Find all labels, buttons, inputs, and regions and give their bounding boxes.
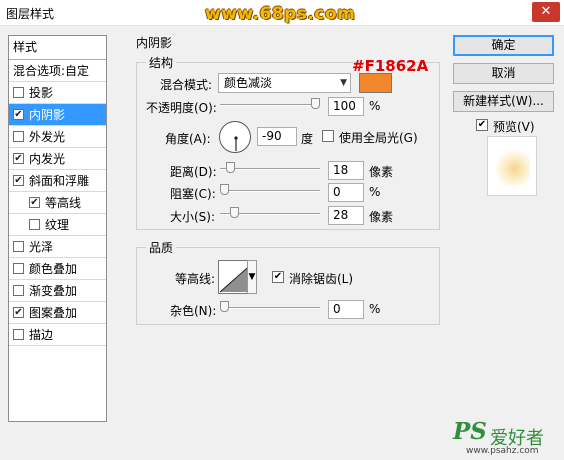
style-list-item[interactable]: 光泽 <box>9 236 106 258</box>
angle-input[interactable]: -90 <box>257 127 297 146</box>
style-item-checkbox[interactable]: ✔ <box>13 109 24 120</box>
choke-label: 阻塞(C): <box>170 187 216 201</box>
style-list-header[interactable]: 样式 <box>9 36 106 60</box>
quality-legend: 品质 <box>146 239 177 256</box>
opacity-label: 不透明度(O): <box>146 101 217 115</box>
style-item-label: 等高线 <box>45 196 82 210</box>
blend-mode-label: 混合模式: <box>160 78 213 92</box>
angle-unit: 度 <box>301 132 314 146</box>
structure-legend: 结构 <box>146 54 177 71</box>
noise-input[interactable]: 0 <box>328 300 364 319</box>
angle-dial[interactable] <box>219 121 251 153</box>
ok-button[interactable]: 确定 <box>453 35 554 56</box>
style-item-checkbox[interactable]: ✔ <box>13 307 24 318</box>
watermark-site: www.68ps.com <box>205 4 356 24</box>
size-input[interactable]: 28 <box>328 206 364 225</box>
global-light-label: 使用全局光(G) <box>339 131 418 145</box>
anti-alias-label: 消除锯齿(L) <box>289 272 354 286</box>
style-preview-thumbnail <box>487 136 537 196</box>
style-item-label: 内发光 <box>29 152 66 166</box>
close-button[interactable]: ✕ <box>532 2 560 22</box>
opacity-slider-track[interactable] <box>220 104 320 106</box>
style-list: 样式 混合选项:自定 投影 ✔ 内阴影外发光 ✔ 内发光 ✔ 斜面和浮雕 ✔ 等高线纹理光泽颜色… <box>8 35 107 422</box>
style-item-checkbox[interactable] <box>13 131 24 142</box>
style-item-checkbox[interactable] <box>13 263 24 274</box>
style-item-checkbox[interactable] <box>13 241 24 252</box>
choke-slider-thumb[interactable] <box>220 184 229 195</box>
style-list-item[interactable]: 投影 <box>9 82 106 104</box>
chevron-down-icon: ▼ <box>340 78 347 88</box>
style-item-label: 图案叠加 <box>29 306 78 320</box>
angle-label: 角度(A): <box>165 132 211 146</box>
style-item-label: 渐变叠加 <box>29 284 78 298</box>
blend-mode-select[interactable]: 颜色减淡 ▼ <box>218 73 351 93</box>
distance-slider-thumb[interactable] <box>226 162 236 173</box>
style-list-item[interactable]: ✔ 斜面和浮雕 <box>9 170 106 192</box>
size-label: 大小(S): <box>170 210 216 224</box>
distance-label: 距离(D): <box>170 165 217 179</box>
style-item-label: 投影 <box>29 86 54 100</box>
style-list-item[interactable]: 渐变叠加 <box>9 280 106 302</box>
chevron-down-icon: ▼ <box>248 272 256 282</box>
panel-title: 内阴影 <box>133 34 176 51</box>
style-list-item[interactable]: ✔ 等高线 <box>9 192 106 214</box>
contour-dropdown-button[interactable]: ▼ <box>247 260 257 294</box>
ps-site-watermark: www.psahz.com <box>466 446 539 456</box>
ps-logo-watermark: PS <box>453 418 487 445</box>
opacity-input[interactable]: 100 <box>328 97 364 116</box>
window-title: 图层样式 <box>6 7 55 21</box>
preview-label: 预览(V) <box>493 120 535 134</box>
opacity-slider-thumb[interactable] <box>311 98 320 109</box>
size-slider-thumb[interactable] <box>230 207 239 218</box>
noise-unit: % <box>369 302 381 316</box>
size-unit: 像素 <box>369 210 394 224</box>
style-list-item[interactable]: 颜色叠加 <box>9 258 106 280</box>
style-item-label: 光泽 <box>29 240 54 254</box>
style-list-item[interactable]: 外发光 <box>9 126 106 148</box>
style-item-checkbox[interactable] <box>29 219 40 230</box>
style-list-item[interactable]: 描边 <box>9 324 106 346</box>
distance-input[interactable]: 18 <box>328 161 364 180</box>
choke-unit: % <box>369 185 381 199</box>
style-item-label: 外发光 <box>29 130 66 144</box>
style-list-item[interactable]: ✔ 内阴影 <box>9 104 106 126</box>
color-hex-annotation: #F1862A <box>352 57 429 75</box>
style-list-item[interactable]: ✔ 图案叠加 <box>9 302 106 324</box>
global-light-checkbox-box[interactable] <box>322 130 334 142</box>
blend-options-item[interactable]: 混合选项:自定 <box>9 60 106 82</box>
style-item-label: 颜色叠加 <box>29 262 78 276</box>
title-bar: 图层样式 www.68ps.com ✕ <box>0 0 564 26</box>
noise-slider-thumb[interactable] <box>220 301 229 312</box>
preview-checkbox-box[interactable]: ✔ <box>476 119 488 131</box>
shadow-color-swatch[interactable] <box>359 73 392 93</box>
style-item-checkbox[interactable]: ✔ <box>13 153 24 164</box>
cancel-button[interactable]: 取消 <box>453 63 554 84</box>
style-item-checkbox[interactable]: ✔ <box>13 175 24 186</box>
noise-slider-track[interactable] <box>220 307 320 309</box>
new-style-button[interactable]: 新建样式(W)... <box>453 91 554 112</box>
preview-swatch <box>496 149 530 185</box>
style-item-label: 描边 <box>29 328 54 342</box>
style-item-label: 斜面和浮雕 <box>29 174 90 188</box>
style-list-item[interactable]: ✔ 内发光 <box>9 148 106 170</box>
style-list-item[interactable]: 纹理 <box>9 214 106 236</box>
contour-label: 等高线: <box>175 272 216 286</box>
noise-label: 杂色(N): <box>170 304 217 318</box>
anti-alias-checkbox-box[interactable]: ✔ <box>272 271 284 283</box>
distance-unit: 像素 <box>369 165 394 179</box>
style-item-label: 纹理 <box>45 218 70 232</box>
style-item-checkbox[interactable]: ✔ <box>29 197 40 208</box>
angle-needle-icon <box>234 136 238 151</box>
blend-mode-value: 颜色减淡 <box>224 76 273 90</box>
style-item-label: 内阴影 <box>29 108 66 122</box>
choke-input[interactable]: 0 <box>328 183 364 202</box>
style-item-checkbox[interactable] <box>13 329 24 340</box>
opacity-unit: % <box>369 99 381 113</box>
style-item-checkbox[interactable] <box>13 285 24 296</box>
choke-slider-track[interactable] <box>220 190 320 192</box>
style-item-checkbox[interactable] <box>13 87 24 98</box>
